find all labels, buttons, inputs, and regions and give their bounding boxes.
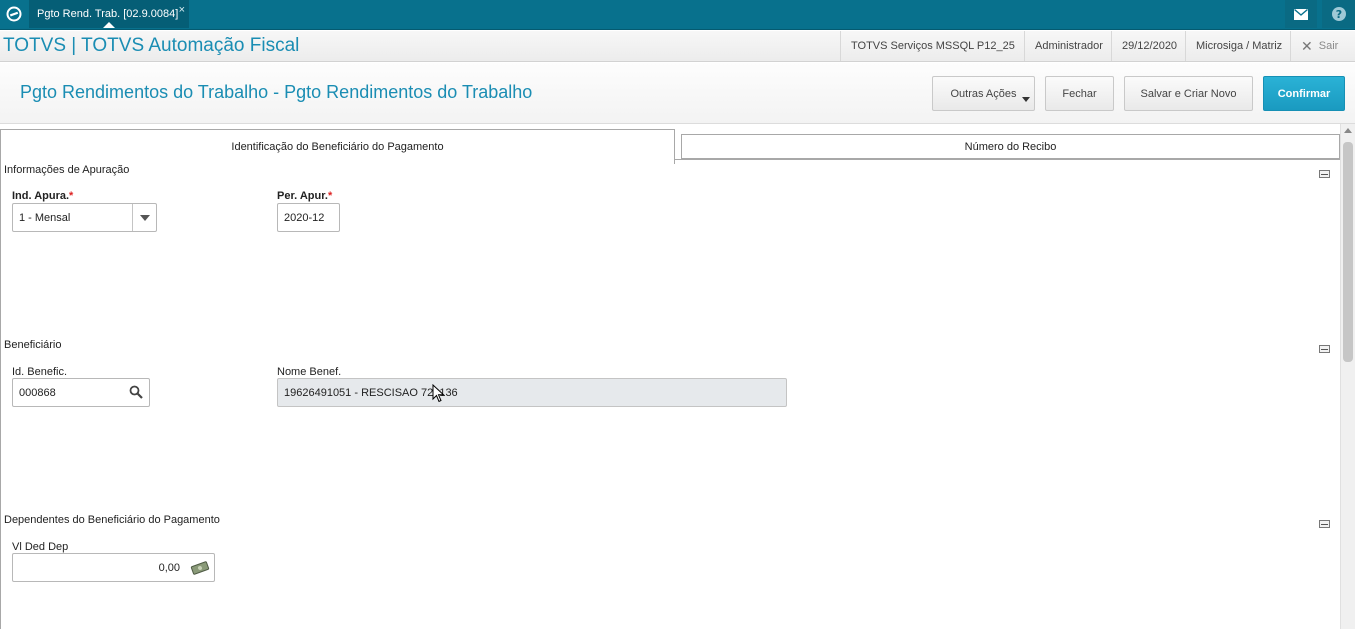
scroll-thumb[interactable] xyxy=(1343,142,1353,362)
other-actions-button[interactable]: Outras Ações xyxy=(932,76,1035,111)
id-benefic-input[interactable]: 000868 xyxy=(12,378,150,407)
section-title-apuracao: Informações de Apuração xyxy=(4,164,130,176)
ind-apura-label: Ind. Apura.* xyxy=(12,190,74,202)
exit-button[interactable]: ✕ Sair xyxy=(1290,31,1355,61)
app-title: TOTVS | TOTVS Automação Fiscal xyxy=(3,35,300,56)
close-button[interactable]: Fechar xyxy=(1045,76,1114,111)
search-icon[interactable] xyxy=(129,385,143,402)
chevron-down-icon[interactable] xyxy=(132,204,156,231)
nome-benef-label: Nome Benef. xyxy=(277,366,342,378)
tab-identificacao[interactable]: Identificação do Beneficiário do Pagamen… xyxy=(0,129,675,164)
environment-label: TOTVS Serviços MSSQL P12_25 xyxy=(840,31,1024,61)
exit-label: Sair xyxy=(1318,40,1339,52)
date-label: 29/12/2020 xyxy=(1111,31,1185,61)
collapse-icon[interactable] xyxy=(1319,345,1330,353)
scroll-up-icon[interactable] xyxy=(1344,128,1352,133)
id-benefic-label: Id. Benefic. xyxy=(12,366,68,378)
svg-text:?: ? xyxy=(1335,8,1341,21)
section-title-beneficiario: Beneficiário xyxy=(4,339,62,351)
header-bar: TOTVS | TOTVS Automação Fiscal TOTVS Ser… xyxy=(0,31,1355,62)
per-apur-label: Per. Apur.* xyxy=(277,190,333,202)
page-title: Pgto Rendimentos do Trabalho - Pgto Rend… xyxy=(20,82,533,102)
form-content: Identificação do Beneficiário do Pagamen… xyxy=(0,124,1355,629)
ind-apura-value: 1 - Mensal xyxy=(19,211,71,224)
ind-apura-select[interactable]: 1 - Mensal xyxy=(12,203,157,232)
mouse-cursor-icon xyxy=(432,383,445,406)
chevron-down-icon xyxy=(1022,97,1030,102)
company-label: Microsiga / Matriz xyxy=(1185,31,1290,61)
collapse-icon[interactable] xyxy=(1319,170,1330,178)
other-actions-label: Outras Ações xyxy=(950,87,1017,100)
id-benefic-value: 000868 xyxy=(19,386,56,399)
nome-benef-field: 19626491051 - RESCISAO 723136 xyxy=(277,378,787,407)
window-tab-label: Pgto Rend. Trab. [02.9.0084] xyxy=(37,8,179,20)
per-apur-input[interactable]: 2020-12 xyxy=(277,203,340,232)
vl-ded-dep-input[interactable]: 0,00 xyxy=(12,553,215,582)
save-new-button[interactable]: Salvar e Criar Novo xyxy=(1124,76,1253,111)
totvs-logo-icon[interactable] xyxy=(0,0,27,28)
collapse-icon[interactable] xyxy=(1319,520,1330,528)
section-title-dependentes: Dependentes do Beneficiário do Pagamento xyxy=(4,514,220,526)
active-tab-indicator xyxy=(103,22,115,28)
close-icon: ✕ xyxy=(1301,37,1313,54)
vertical-scrollbar[interactable] xyxy=(1340,124,1355,629)
page-title-bar: Pgto Rendimentos do Trabalho - Pgto Rend… xyxy=(0,63,1355,124)
user-label: Administrador xyxy=(1024,31,1111,61)
help-icon[interactable]: ? xyxy=(1322,0,1355,28)
confirm-button[interactable]: Confirmar xyxy=(1263,76,1345,111)
window-tab[interactable]: Pgto Rend. Trab. [02.9.0084] × xyxy=(29,0,189,28)
close-icon[interactable]: × xyxy=(179,4,185,16)
money-icon[interactable] xyxy=(190,561,210,578)
tab-numero-recibo[interactable]: Número do Recibo xyxy=(681,134,1340,159)
top-bar: Pgto Rend. Trab. [02.9.0084] × ? xyxy=(0,0,1355,30)
vl-ded-dep-label: Vl Ded Dep xyxy=(12,541,69,553)
mail-icon[interactable] xyxy=(1285,0,1317,28)
vl-ded-dep-value: 0,00 xyxy=(158,561,180,574)
